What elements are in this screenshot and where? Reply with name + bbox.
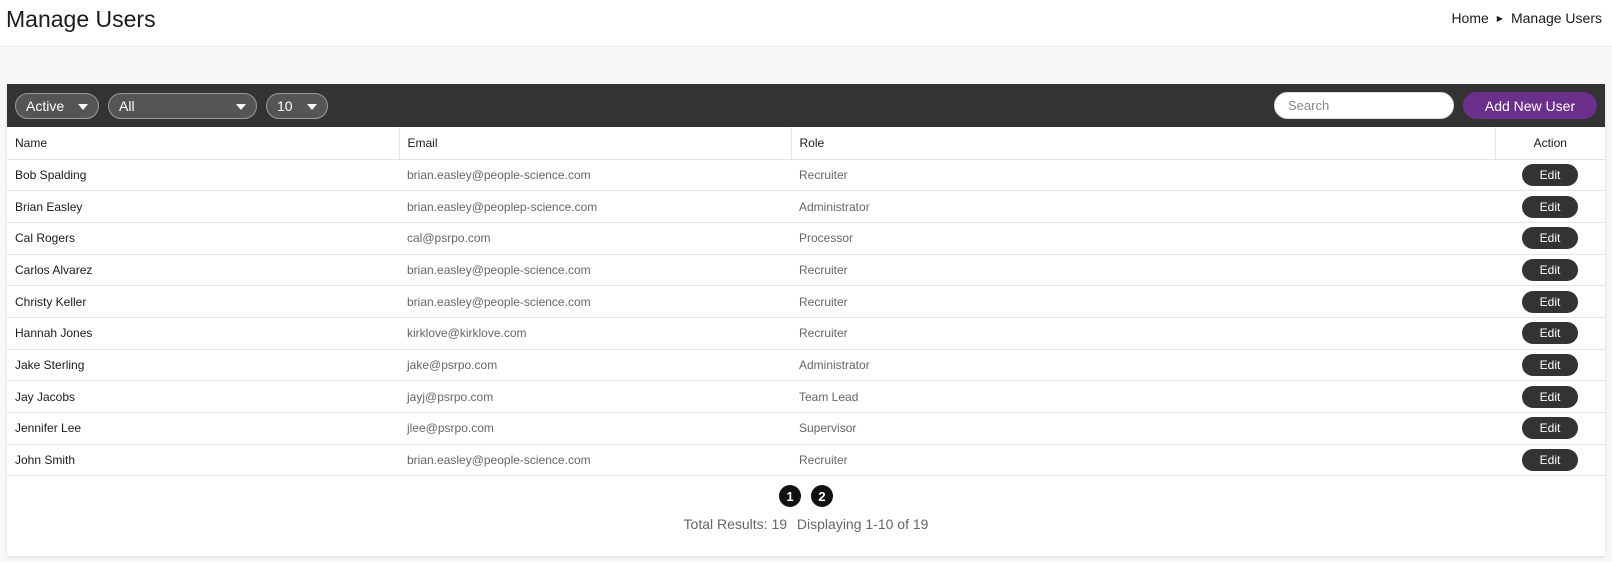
user-email-cell: brian.easley@peoplep-science.com bbox=[399, 190, 791, 223]
page-title: Manage Users bbox=[6, 6, 156, 32]
results-summary: Total Results: 19 Displaying 1-10 of 19 bbox=[7, 516, 1605, 532]
user-role-cell: Recruiter bbox=[791, 254, 1495, 287]
status-filter-value: Active bbox=[26, 97, 65, 114]
user-email-cell: cal@psrpo.com bbox=[399, 222, 791, 255]
table-row: Cal Rogers cal@psrpo.com Processor Edit bbox=[7, 222, 1605, 255]
breadcrumb: Home ▶ Manage Users bbox=[1451, 10, 1602, 26]
page-1-button[interactable]: 1 bbox=[779, 485, 801, 508]
table-header-row: Name Email Role Action bbox=[7, 127, 1605, 160]
column-header-name[interactable]: Name bbox=[7, 127, 400, 160]
displaying-range: Displaying 1-10 of 19 bbox=[796, 516, 929, 533]
table-body: Bob Spalding brian.easley@people-science.… bbox=[7, 159, 1605, 477]
edit-user-button[interactable]: Edit bbox=[1522, 258, 1578, 281]
column-header-email[interactable]: Email bbox=[399, 127, 792, 160]
edit-user-button[interactable]: Edit bbox=[1522, 385, 1578, 408]
table-row: Jay Jacobs jayj@psrpo.com Team Lead Edit bbox=[7, 380, 1605, 413]
user-role-cell: Administrator bbox=[791, 349, 1495, 382]
page-size-select[interactable]: 10 bbox=[266, 92, 328, 119]
user-email-cell: jayj@psrpo.com bbox=[399, 380, 791, 413]
user-email-cell: brian.easley@people-science.com bbox=[399, 285, 791, 318]
page-header: Manage Users Home ▶ Manage Users bbox=[0, 0, 1612, 47]
page-size-value: 10 bbox=[277, 97, 293, 114]
toolbar-actions: Add New User bbox=[1274, 92, 1597, 119]
user-name-cell: John Smith bbox=[7, 444, 399, 477]
chevron-down-icon bbox=[307, 103, 317, 110]
user-action-cell: Edit bbox=[1495, 444, 1605, 477]
user-email-cell: jake@psrpo.com bbox=[399, 349, 791, 382]
edit-user-button[interactable]: Edit bbox=[1522, 449, 1578, 472]
table-row: Brian Easley brian.easley@peoplep-science… bbox=[7, 190, 1605, 223]
user-action-cell: Edit bbox=[1495, 222, 1605, 255]
user-action-cell: Edit bbox=[1495, 254, 1605, 287]
table-row: Carlos Alvarez brian.easley@people-scienc… bbox=[7, 254, 1605, 287]
breadcrumb-separator-icon: ▶ bbox=[1496, 13, 1503, 23]
breadcrumb-current: Manage Users bbox=[1510, 10, 1602, 26]
users-card: Active All 10 Add New User Name Email Ro… bbox=[7, 84, 1605, 556]
column-header-action: Action bbox=[1495, 127, 1605, 160]
role-filter-select[interactable]: All bbox=[108, 92, 257, 119]
user-email-cell: brian.easley@people-science.com bbox=[399, 254, 791, 287]
user-name-cell: Cal Rogers bbox=[7, 222, 399, 255]
chevron-down-icon bbox=[236, 103, 246, 110]
user-name-cell: Hannah Jones bbox=[7, 317, 399, 350]
user-role-cell: Team Lead bbox=[791, 380, 1495, 413]
add-new-user-button[interactable]: Add New User bbox=[1463, 92, 1597, 119]
chevron-down-icon bbox=[78, 103, 88, 110]
column-header-role[interactable]: Role bbox=[791, 127, 1496, 160]
user-role-cell: Recruiter bbox=[791, 285, 1495, 318]
edit-user-button[interactable]: Edit bbox=[1522, 417, 1578, 440]
pagination: 12 bbox=[7, 485, 1605, 508]
edit-user-button[interactable]: Edit bbox=[1522, 227, 1578, 250]
user-role-cell: Recruiter bbox=[791, 444, 1495, 477]
search-input[interactable] bbox=[1274, 92, 1454, 119]
table-row: Hannah Jones kirklove@kirklove.com Recruit… bbox=[7, 317, 1605, 350]
page-2-button[interactable]: 2 bbox=[811, 485, 833, 508]
table-row: Bob Spalding brian.easley@people-science.… bbox=[7, 159, 1605, 192]
table-row: Jake Sterling jake@psrpo.com Administrator… bbox=[7, 349, 1605, 382]
user-email-cell: kirklove@kirklove.com bbox=[399, 317, 791, 350]
user-role-cell: Administrator bbox=[791, 190, 1495, 223]
users-table: Name Email Role Action Bob Spalding brian… bbox=[7, 127, 1605, 477]
user-action-cell: Edit bbox=[1495, 380, 1605, 413]
edit-user-button[interactable]: Edit bbox=[1522, 290, 1578, 313]
user-role-cell: Supervisor bbox=[791, 412, 1495, 445]
total-results: Total Results: 19 bbox=[683, 516, 788, 533]
user-action-cell: Edit bbox=[1495, 285, 1605, 318]
table-row: Christy Keller brian.easley@people-scienc… bbox=[7, 285, 1605, 318]
status-filter-select[interactable]: Active bbox=[15, 92, 99, 119]
user-name-cell: Carlos Alvarez bbox=[7, 254, 399, 287]
user-role-cell: Recruiter bbox=[791, 317, 1495, 350]
edit-user-button[interactable]: Edit bbox=[1522, 353, 1578, 376]
edit-user-button[interactable]: Edit bbox=[1522, 163, 1578, 186]
user-name-cell: Jake Sterling bbox=[7, 349, 399, 382]
user-name-cell: Bob Spalding bbox=[7, 159, 399, 192]
user-role-cell: Recruiter bbox=[791, 159, 1495, 192]
user-name-cell: Jennifer Lee bbox=[7, 412, 399, 445]
user-role-cell: Processor bbox=[791, 222, 1495, 255]
edit-user-button[interactable]: Edit bbox=[1522, 195, 1578, 218]
user-name-cell: Brian Easley bbox=[7, 190, 399, 223]
user-email-cell: jlee@psrpo.com bbox=[399, 412, 791, 445]
user-action-cell: Edit bbox=[1495, 412, 1605, 445]
user-action-cell: Edit bbox=[1495, 317, 1605, 350]
user-action-cell: Edit bbox=[1495, 159, 1605, 192]
role-filter-value: All bbox=[119, 97, 135, 114]
breadcrumb-home-link[interactable]: Home bbox=[1451, 10, 1488, 26]
user-action-cell: Edit bbox=[1495, 349, 1605, 382]
user-action-cell: Edit bbox=[1495, 190, 1605, 223]
table-toolbar: Active All 10 Add New User bbox=[7, 84, 1605, 127]
table-row: John Smith brian.easley@people-science.co… bbox=[7, 444, 1605, 477]
user-email-cell: brian.easley@people-science.com bbox=[399, 159, 791, 192]
table-row: Jennifer Lee jlee@psrpo.com Supervisor Edit bbox=[7, 412, 1605, 445]
user-name-cell: Jay Jacobs bbox=[7, 380, 399, 413]
user-name-cell: Christy Keller bbox=[7, 285, 399, 318]
edit-user-button[interactable]: Edit bbox=[1522, 322, 1578, 345]
user-email-cell: brian.easley@people-science.com bbox=[399, 444, 791, 477]
